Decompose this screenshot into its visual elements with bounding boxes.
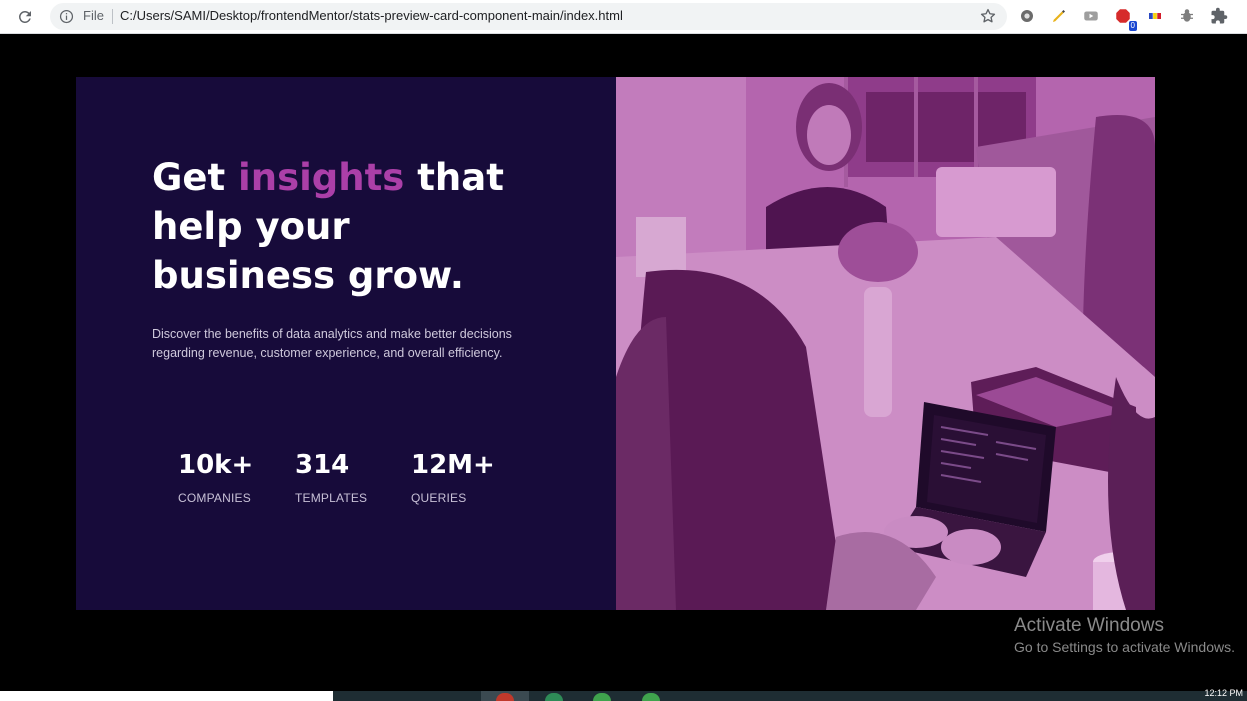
headline: Get insights that help your business gro… (152, 153, 532, 300)
watermark-subtitle: Go to Settings to activate Windows. (1014, 639, 1235, 655)
settings-extension-icon[interactable] (1016, 5, 1038, 27)
info-icon[interactable] (59, 9, 74, 24)
stat-value: 314 (295, 450, 350, 480)
headline-prefix: Get (152, 156, 239, 199)
extensions-area: 0 (1016, 5, 1230, 31)
taskbar-clock[interactable]: 12:12 PM (1204, 688, 1243, 698)
star-icon[interactable] (979, 7, 997, 25)
bug-extension-icon[interactable] (1176, 5, 1198, 27)
stat-label: TEMPLATES (295, 491, 368, 505)
taskbar-app-icon[interactable] (593, 693, 611, 701)
youtube-extension-icon[interactable] (1080, 5, 1102, 27)
activate-windows-watermark: Activate Windows Go to Settings to activ… (1014, 614, 1235, 656)
browser-toolbar: File C:/Users/SAMI/Desktop/frontendMento… (0, 0, 1247, 34)
adblock-extension-icon[interactable]: 0 (1112, 5, 1137, 31)
stat-value: 12M+ (411, 450, 495, 480)
stat-label: COMPANIES (178, 491, 251, 505)
stat-companies: 10k+ COMPANIES (178, 449, 295, 505)
flag-extension-icon[interactable] (1144, 5, 1166, 27)
file-label: File (83, 8, 104, 23)
url-text[interactable]: C:/Users/SAMI/Desktop/frontendMentor/sta… (120, 8, 623, 23)
headline-accent: insights (238, 156, 405, 199)
stat-templates: 314 TEMPLATES (295, 449, 411, 505)
taskbar: 12:12 PM (0, 688, 1247, 701)
office-photo-illustration (616, 77, 1155, 610)
stats-row: 10k+ COMPANIES 314 TEMPLATES 12M+ QUERIE… (178, 449, 511, 505)
taskbar-search-box[interactable] (0, 691, 333, 701)
extension-badge: 0 (1128, 21, 1137, 31)
header-image (616, 77, 1155, 610)
address-bar[interactable]: File C:/Users/SAMI/Desktop/frontendMento… (50, 3, 1007, 30)
address-separator (112, 9, 113, 24)
card-content: Get insights that help your business gro… (76, 77, 616, 610)
reload-button[interactable] (12, 5, 38, 29)
stat-queries: 12M+ QUERIES (411, 449, 511, 505)
stat-label: QUERIES (411, 491, 467, 505)
card-description: Discover the benefits of data analytics … (152, 327, 512, 360)
reload-icon (18, 10, 31, 23)
taskbar-app-icon[interactable] (545, 693, 563, 701)
stat-value: 10k+ (178, 450, 254, 480)
pencil-extension-icon[interactable] (1048, 5, 1070, 27)
taskbar-app-icon[interactable] (496, 693, 514, 701)
taskbar-app-icon[interactable] (642, 693, 660, 701)
stats-preview-card: Get insights that help your business gro… (76, 77, 1155, 610)
puzzle-icon[interactable] (1208, 5, 1230, 27)
watermark-title: Activate Windows (1014, 615, 1164, 636)
